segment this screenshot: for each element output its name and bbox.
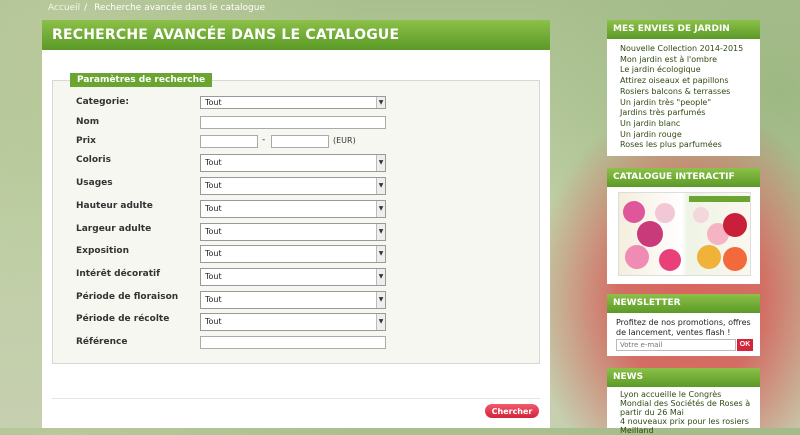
rose-image [659, 249, 681, 271]
newsletter-box: NEWSLETTER Profitez de nos promotions, o… [607, 294, 760, 356]
garden-wish-link[interactable]: Mon jardin est à l'ombre [620, 55, 760, 66]
categorie-select[interactable]: Tout ▼ [200, 96, 386, 109]
breadcrumb-separator: / [84, 3, 88, 13]
chevron-down-icon: ▼ [376, 292, 385, 308]
exposition-select[interactable]: Tout ▼ [200, 245, 386, 263]
exposition-value: Tout [205, 249, 222, 258]
news-title: NEWS [607, 368, 760, 387]
recolte-select[interactable]: Tout ▼ [200, 313, 386, 331]
chevron-down-icon: ▼ [376, 224, 385, 240]
usages-select[interactable]: Tout ▼ [200, 177, 386, 195]
interet-value: Tout [205, 272, 222, 281]
rose-image [625, 245, 649, 269]
reference-input[interactable] [200, 336, 386, 349]
prix-label: Prix [76, 136, 96, 146]
prix-unit: (EUR) [333, 136, 356, 145]
largeur-label: Largeur adulte [76, 224, 152, 234]
floraison-label: Période de floraison [76, 292, 179, 302]
news-box: NEWS Lyon accueille le Congrès Mondial d… [607, 368, 760, 435]
nom-input[interactable] [200, 116, 386, 129]
garden-wishes-box: MES ENVIES DE JARDIN Nouvelle Collection… [607, 20, 760, 156]
catalogue-thumbnail[interactable] [618, 192, 751, 276]
floraison-select[interactable]: Tout ▼ [200, 291, 386, 309]
newsletter-title: NEWSLETTER [607, 294, 760, 313]
interactive-catalogue-box: CATALOGUE INTERACTIF [607, 168, 760, 284]
interet-select[interactable]: Tout ▼ [200, 268, 386, 286]
garden-wish-link[interactable]: Le jardin écologique [620, 65, 760, 76]
chevron-down-icon: ▼ [376, 201, 385, 217]
search-submit-button[interactable]: Chercher [485, 404, 539, 418]
garden-wish-link[interactable]: Un jardin blanc [620, 119, 760, 130]
chevron-down-icon: ▼ [376, 97, 385, 108]
coloris-value: Tout [205, 158, 222, 167]
rose-image [723, 213, 747, 237]
interactive-catalogue-title: CATALOGUE INTERACTIF [607, 168, 760, 187]
divider [52, 398, 540, 399]
newsletter-ok-button[interactable]: OK [737, 339, 753, 351]
main-panel: RECHERCHE AVANCÉE DANS LE CATALOGUE Para… [42, 20, 550, 428]
coloris-select[interactable]: Tout ▼ [200, 154, 386, 172]
rose-image [623, 201, 645, 223]
chevron-down-icon: ▼ [376, 246, 385, 262]
chevron-down-icon: ▼ [376, 155, 385, 171]
garden-wish-link[interactable]: Roses les plus parfumées [620, 140, 760, 151]
breadcrumb-current: Recherche avancée dans le catalogue [94, 3, 265, 13]
nom-label: Nom [76, 117, 100, 127]
garden-wish-link[interactable]: Un jardin très "people" [620, 98, 760, 109]
garden-wish-link[interactable]: Attirez oiseaux et papillons [620, 76, 760, 87]
newsletter-text: Profitez de nos promotions, offres de la… [616, 318, 751, 337]
garden-wish-link[interactable]: Jardins très parfumés [620, 108, 760, 119]
chevron-down-icon: ▼ [376, 178, 385, 194]
hauteur-label: Hauteur adulte [76, 201, 153, 211]
usages-value: Tout [205, 181, 222, 190]
chevron-down-icon: ▼ [376, 314, 385, 330]
reference-label: Référence [76, 337, 128, 347]
recolte-label: Période de récolte [76, 314, 170, 324]
categorie-value: Tout [205, 98, 222, 107]
garden-wish-link[interactable]: Rosiers balcons & terrasses [620, 87, 760, 98]
floraison-value: Tout [205, 295, 222, 304]
hauteur-select[interactable]: Tout ▼ [200, 200, 386, 218]
rose-image [697, 245, 721, 269]
chevron-down-icon: ▼ [376, 269, 385, 285]
search-parameters-legend: Paramètres de recherche [70, 73, 213, 87]
largeur-select[interactable]: Tout ▼ [200, 223, 386, 241]
garden-wish-link[interactable]: Nouvelle Collection 2014-2015 [620, 44, 760, 55]
news-item[interactable]: 4 nouveaux prix pour les rosiers Meillan… [620, 417, 754, 435]
categorie-label: Categorie: [76, 97, 129, 107]
coloris-label: Coloris [76, 155, 111, 165]
prix-from-input[interactable] [200, 135, 258, 148]
interet-label: Intérêt décoratif [76, 269, 161, 279]
search-parameters-fieldset: Paramètres de recherche Categorie: Tout … [52, 73, 540, 364]
garden-wishes-list: Nouvelle Collection 2014-2015 Mon jardin… [607, 39, 760, 151]
breadcrumb-home-link[interactable]: Accueil [48, 3, 80, 13]
page-title: RECHERCHE AVANCÉE DANS LE CATALOGUE [42, 20, 550, 50]
garden-wishes-title: MES ENVIES DE JARDIN [607, 20, 760, 39]
catalogue-band [689, 196, 750, 202]
rose-image [655, 203, 675, 223]
recolte-value: Tout [205, 317, 222, 326]
largeur-value: Tout [205, 227, 222, 236]
prix-separator: - [262, 135, 266, 145]
exposition-label: Exposition [76, 246, 129, 256]
prix-to-input[interactable] [271, 135, 329, 148]
newsletter-email-input[interactable] [616, 339, 736, 351]
breadcrumb: Accueil / Recherche avancée dans le catal… [48, 3, 269, 13]
rose-image [637, 221, 663, 247]
rose-image [693, 207, 709, 223]
news-item[interactable]: Lyon accueille le Congrès Mondial des So… [620, 390, 754, 417]
rose-image [723, 247, 747, 271]
garden-wish-link[interactable]: Un jardin rouge [620, 130, 760, 141]
usages-label: Usages [76, 178, 113, 188]
hauteur-value: Tout [205, 204, 222, 213]
